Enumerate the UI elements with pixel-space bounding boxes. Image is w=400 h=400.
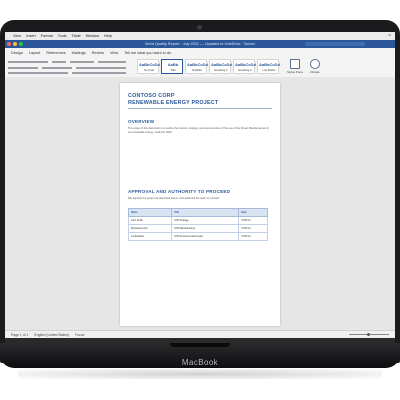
- style-name: Heading 1: [214, 68, 228, 72]
- table-row: John Smith SVP Strategy 07/01/21: [127, 216, 268, 225]
- dictate-label: Dictate: [310, 70, 320, 74]
- tab-mailings[interactable]: Mailings: [72, 51, 86, 55]
- tell-me-box[interactable]: Tell me what you want to do: [124, 51, 171, 55]
- mac-menubar: View Insert Format Tools Table Window He…: [5, 32, 395, 40]
- document-title: CONTOSO CORP RENEWABLE ENERGY PROJECT: [128, 93, 248, 106]
- table-cell: 07/01/21: [238, 232, 268, 241]
- style-title[interactable]: AaBb Title: [161, 59, 183, 74]
- style-subtitle[interactable]: AaBbCcDd Subtitle: [185, 59, 208, 74]
- table-cell: SVP Manufacturing: [171, 224, 240, 233]
- brand-label: MacBook: [181, 358, 219, 367]
- document-workspace[interactable]: CONTOSO CORP RENEWABLE ENERGY PROJECT OV…: [5, 77, 395, 330]
- style-list-bullet[interactable]: AaBbCcDd List Bullet: [257, 59, 280, 74]
- style-heading-2[interactable]: AaBbCcDd Heading 2: [233, 59, 256, 74]
- lid-notch: [170, 343, 230, 347]
- table-cell: SVP Environmental Impact: [171, 232, 240, 241]
- style-sample: AaBbCcDd: [211, 62, 232, 67]
- language-indicator[interactable]: English (United States): [34, 333, 69, 337]
- table-row: Linda Martin SVP Environmental Impact 07…: [127, 232, 268, 241]
- table-cell: Linda Martin: [127, 232, 173, 241]
- style-normal[interactable]: AaBbCcDd Normal: [137, 59, 160, 74]
- table-header-row: Name Title Date: [127, 208, 268, 217]
- ribbon-toolbar: AaBbCcDd Normal AaBb Title AaBbCcDd Subt…: [5, 57, 395, 78]
- close-window-icon[interactable]: [7, 42, 11, 46]
- style-sample: AaBbCcDd: [235, 62, 256, 67]
- menu-item[interactable]: Format: [41, 34, 53, 38]
- style-heading-1[interactable]: AaBbCcDd Heading 1: [209, 59, 232, 74]
- tab-review[interactable]: Review: [92, 51, 104, 55]
- approval-paragraph: We approve the project as described abov…: [128, 197, 220, 200]
- microphone-icon: [310, 59, 320, 69]
- tab-design[interactable]: Design: [11, 51, 23, 55]
- overview-paragraph: The scope of this document is to outline…: [128, 127, 269, 134]
- menu-item[interactable]: Insert: [26, 34, 36, 38]
- title-line-2: RENEWABLE ENERGY PROJECT: [128, 99, 219, 106]
- menu-item[interactable]: Help: [104, 34, 112, 38]
- document-page[interactable]: CONTOSO CORP RENEWABLE ENERGY PROJECT OV…: [120, 83, 280, 326]
- styles-pane-icon: [290, 59, 300, 69]
- window-titlebar: Word Quality Report · July 2021 — Update…: [5, 40, 395, 48]
- style-sample: AaBbCcDd: [139, 62, 160, 67]
- section-heading-overview: OVERVIEW: [128, 119, 155, 124]
- screen: View Insert Format Tools Table Window He…: [5, 32, 395, 343]
- table-cell: John Smith: [127, 216, 173, 225]
- menu-item[interactable]: View: [13, 34, 21, 38]
- table-cell: 07/01/21: [238, 224, 268, 233]
- tab-references[interactable]: References: [46, 51, 65, 55]
- camera-icon: [197, 25, 202, 30]
- menu-item[interactable]: Window: [86, 34, 100, 38]
- section-heading-approval: APPROVAL AND AUTHORITY TO PROCEED: [128, 189, 231, 194]
- style-name: Title: [170, 68, 176, 72]
- tab-view[interactable]: View: [110, 51, 118, 55]
- style-sample: AaBbCcDd: [259, 62, 280, 67]
- font-controls[interactable]: [8, 59, 128, 75]
- approval-table: Name Title Date John Smith SVP Strategy …: [127, 208, 268, 241]
- title-divider: [128, 108, 272, 109]
- menu-item[interactable]: Tools: [58, 34, 67, 38]
- dictate-button[interactable]: Dictate: [307, 59, 323, 74]
- column-header: Title: [171, 208, 240, 217]
- table-cell: 07/01/21: [238, 216, 268, 225]
- page-count[interactable]: Page 1 of 1: [11, 333, 28, 337]
- table-cell: SVP Strategy: [171, 216, 240, 225]
- column-header: Name: [127, 208, 173, 217]
- minimize-window-icon[interactable]: [13, 42, 17, 46]
- tab-layout[interactable]: Layout: [29, 51, 40, 55]
- styles-pane-button[interactable]: Styles Pane: [287, 59, 303, 74]
- style-name: Heading 2: [238, 68, 252, 72]
- styles-gallery: AaBbCcDd Normal AaBb Title AaBbCcDd Subt…: [137, 59, 281, 74]
- column-header: Date: [238, 208, 268, 217]
- style-sample: AaBb: [167, 62, 179, 67]
- laptop: View Insert Format Tools Table Window He…: [0, 0, 400, 400]
- window-title: Word Quality Report · July 2021 — Update…: [145, 42, 255, 46]
- zoom-window-icon[interactable]: [19, 42, 23, 46]
- table-cell: Bernadette Pan: [127, 224, 173, 233]
- search-box[interactable]: [305, 42, 365, 46]
- ribbon-tabs: Design Layout References Mailings Review…: [5, 48, 395, 57]
- laptop-shadow: [18, 369, 382, 379]
- zoom-slider[interactable]: [349, 333, 389, 336]
- style-name: Subtitle: [191, 68, 202, 72]
- menu-item[interactable]: Table: [72, 34, 81, 38]
- style-sample: AaBbCcDd: [187, 62, 208, 67]
- table-row: Bernadette Pan SVP Manufacturing 07/01/2…: [127, 224, 268, 233]
- styles-pane-label: Styles Pane: [287, 70, 304, 74]
- style-name: List Bullet: [262, 68, 276, 72]
- menubar-status-icons[interactable]: ••: [388, 33, 391, 37]
- style-name: Normal: [144, 68, 154, 72]
- focus-button[interactable]: Focus: [75, 333, 84, 337]
